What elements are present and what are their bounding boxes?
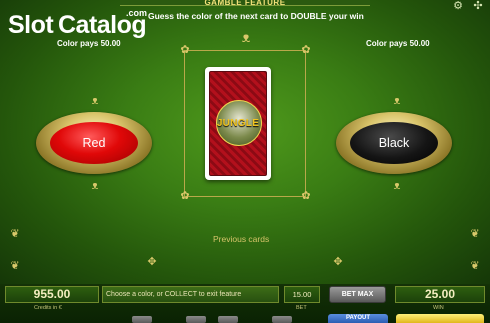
- watermark-logo: Slot Catalog .com: [8, 8, 150, 42]
- black-pays-label: Color pays 50.00: [366, 39, 430, 48]
- leaf-icon: ❦: [470, 228, 480, 240]
- frame-top: [184, 50, 306, 51]
- butterfly-icon: ᴥ: [393, 180, 401, 192]
- black-button-label: Black: [378, 136, 410, 150]
- flourish-icon: ✿: [301, 44, 311, 56]
- watermark-slot: Slot: [8, 11, 54, 39]
- watermark-com: .com: [126, 8, 148, 18]
- feature-title-strip: GAMBLE FEATURE: [120, 0, 370, 6]
- leaf-icon: ❦: [470, 260, 480, 272]
- collect-button[interactable]: [396, 314, 484, 323]
- card-back-text: JUNGLE: [216, 118, 260, 129]
- status-message: Choose a color, or COLLECT to exit featu…: [102, 286, 279, 303]
- win-label: WIN: [433, 305, 444, 311]
- bet-up-button[interactable]: [272, 316, 292, 323]
- butterfly-icon: ᴥ: [91, 180, 99, 192]
- bet-value: 15.00: [284, 286, 320, 303]
- flourish-icon: ✥: [147, 256, 157, 268]
- credits-label: Credits in €: [34, 305, 62, 311]
- butterfly-icon: ᴥ: [241, 29, 251, 45]
- credits-value: 955.00: [5, 286, 99, 303]
- lines-up-button[interactable]: [186, 316, 206, 323]
- gear-icon[interactable]: ⚙: [452, 0, 464, 12]
- butterfly-icon: ᴥ: [393, 95, 401, 107]
- flourish-icon: ✿: [180, 190, 190, 202]
- flourish-icon: ✿: [301, 190, 311, 202]
- flourish-icon: ✥: [333, 256, 343, 268]
- gamble-instruction: Guess the color of the next card to DOUB…: [148, 11, 364, 21]
- gamble-table: GAMBLE FEATURE Slot Catalog .com Guess t…: [0, 0, 490, 284]
- bet-label: BET: [296, 305, 307, 311]
- leaf-icon: ❦: [10, 228, 20, 240]
- help-icon[interactable]: ✣: [472, 0, 484, 12]
- win-value: 25.00: [395, 286, 485, 303]
- lines-down-button[interactable]: [132, 316, 152, 323]
- red-button-face[interactable]: Red: [50, 122, 138, 164]
- frame-right: [305, 50, 306, 196]
- black-button-face[interactable]: Black: [350, 122, 438, 164]
- bet-down-button[interactable]: [218, 316, 238, 323]
- face-down-card: JUNGLE: [205, 67, 271, 180]
- red-button-label: Red: [82, 136, 106, 150]
- previous-cards-label: Previous cards: [213, 234, 270, 244]
- red-pays-label: Color pays 50.00: [57, 39, 121, 48]
- red-button[interactable]: Red: [36, 112, 152, 174]
- leaf-icon: ❦: [10, 260, 20, 272]
- feature-title: GAMBLE FEATURE: [204, 0, 286, 6]
- butterfly-icon: ᴥ: [91, 95, 99, 107]
- bet-max-button[interactable]: BET MAX: [329, 286, 386, 303]
- frame-bottom: [184, 196, 306, 197]
- frame-left: [184, 50, 185, 196]
- flourish-icon: ✿: [180, 44, 190, 56]
- payout-button[interactable]: PAYOUT: [328, 314, 388, 323]
- black-button[interactable]: Black: [336, 112, 452, 174]
- card-back: JUNGLE: [209, 71, 267, 176]
